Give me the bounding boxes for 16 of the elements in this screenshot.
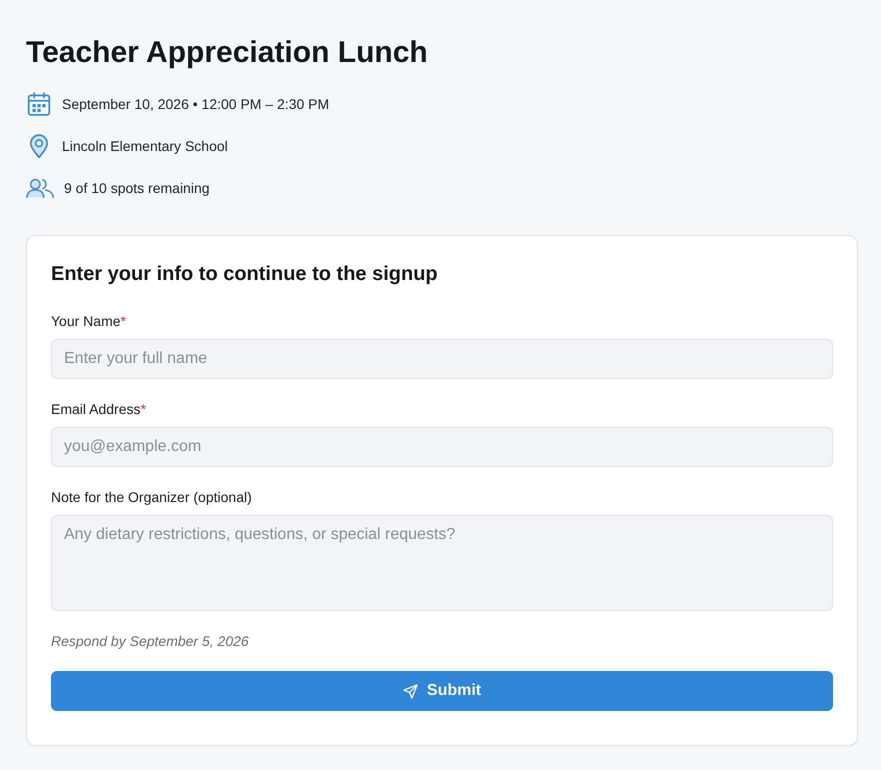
event-detail-text: Lincoln Elementary School	[62, 137, 228, 156]
form-title: Enter your info to continue to the signup	[51, 262, 438, 287]
field-label: Your Name*	[51, 312, 126, 331]
people-icon	[26, 177, 54, 199]
field-label: Email Address*	[51, 400, 146, 419]
note-field[interactable]: Any dietary restrictions, questions, or special requests?	[51, 515, 833, 611]
send-icon	[402, 684, 418, 698]
event-detail-text: 9 of 10 spots remaining	[64, 179, 210, 198]
field-label: Note for the Organizer (optional)	[51, 488, 252, 507]
input-field[interactable]: you@example.com	[51, 427, 833, 467]
event-detail-text: September 10, 2026 • 12:00 PM – 2:30 PM	[62, 95, 330, 114]
event-title: Teacher Appreciation Lunch	[26, 35, 428, 71]
calendar-icon	[26, 91, 52, 117]
submit-button[interactable]: Submit	[51, 671, 833, 711]
input-field[interactable]: Enter your full name	[51, 339, 833, 379]
deadline-text: Respond by September 5, 2026	[51, 632, 249, 651]
